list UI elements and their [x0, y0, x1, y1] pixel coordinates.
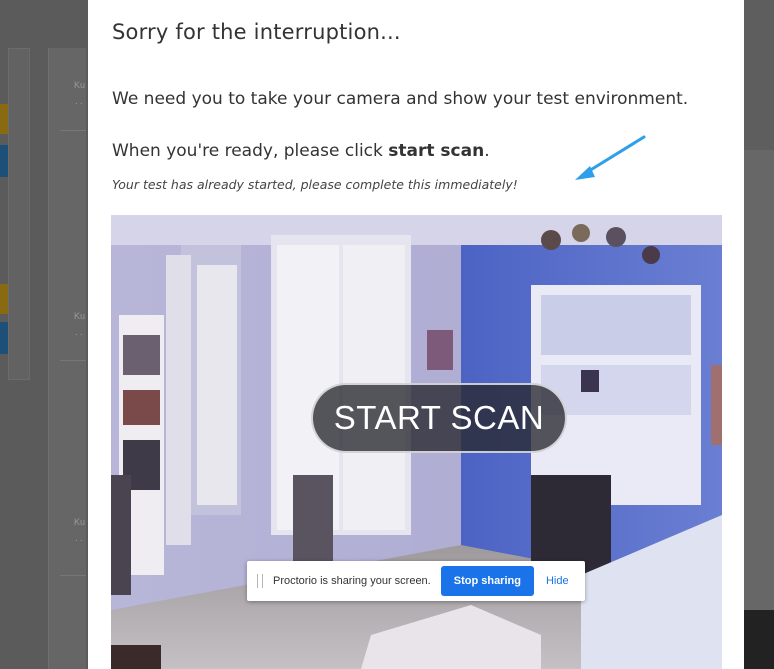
ready-prefix: When you're ready, please click — [112, 141, 389, 161]
background-label: ٠٠ — [74, 329, 84, 339]
background-row — [60, 575, 86, 655]
warning-note: Your test has already started, please co… — [112, 177, 518, 192]
ready-suffix: . — [484, 141, 490, 161]
start-scan-button[interactable]: START SCAN — [311, 383, 567, 453]
drag-handle-icon[interactable] — [257, 574, 263, 588]
background-label: Ku — [74, 80, 86, 90]
background-label: Ku — [74, 311, 86, 321]
background-label: Ku — [74, 517, 86, 527]
background-row — [60, 360, 86, 440]
share-message: Proctorio is sharing your screen. — [273, 575, 431, 587]
background-right-bottom — [744, 610, 774, 669]
background-label: ٠٠ — [74, 98, 84, 108]
arrow-icon — [575, 135, 646, 180]
stop-sharing-button[interactable]: Stop sharing — [440, 566, 534, 596]
background-right-panel — [744, 150, 774, 610]
camera-preview: START SCAN Proctorio is sharing your scr… — [111, 215, 722, 669]
instruction-text: We need you to take your camera and show… — [112, 89, 689, 109]
hide-button[interactable]: Hide — [546, 575, 569, 587]
interruption-modal: Sorry for the interruption... We need yo… — [88, 0, 744, 669]
modal-title: Sorry for the interruption... — [112, 20, 401, 44]
background-label: ٠٠ — [74, 535, 84, 545]
background-row — [60, 130, 86, 210]
screen-share-notification: Proctorio is sharing your screen. Stop s… — [247, 561, 585, 601]
ready-action: start scan — [388, 141, 485, 161]
background-card — [8, 48, 30, 380]
ready-text: When you're ready, please click start sc… — [112, 141, 490, 161]
